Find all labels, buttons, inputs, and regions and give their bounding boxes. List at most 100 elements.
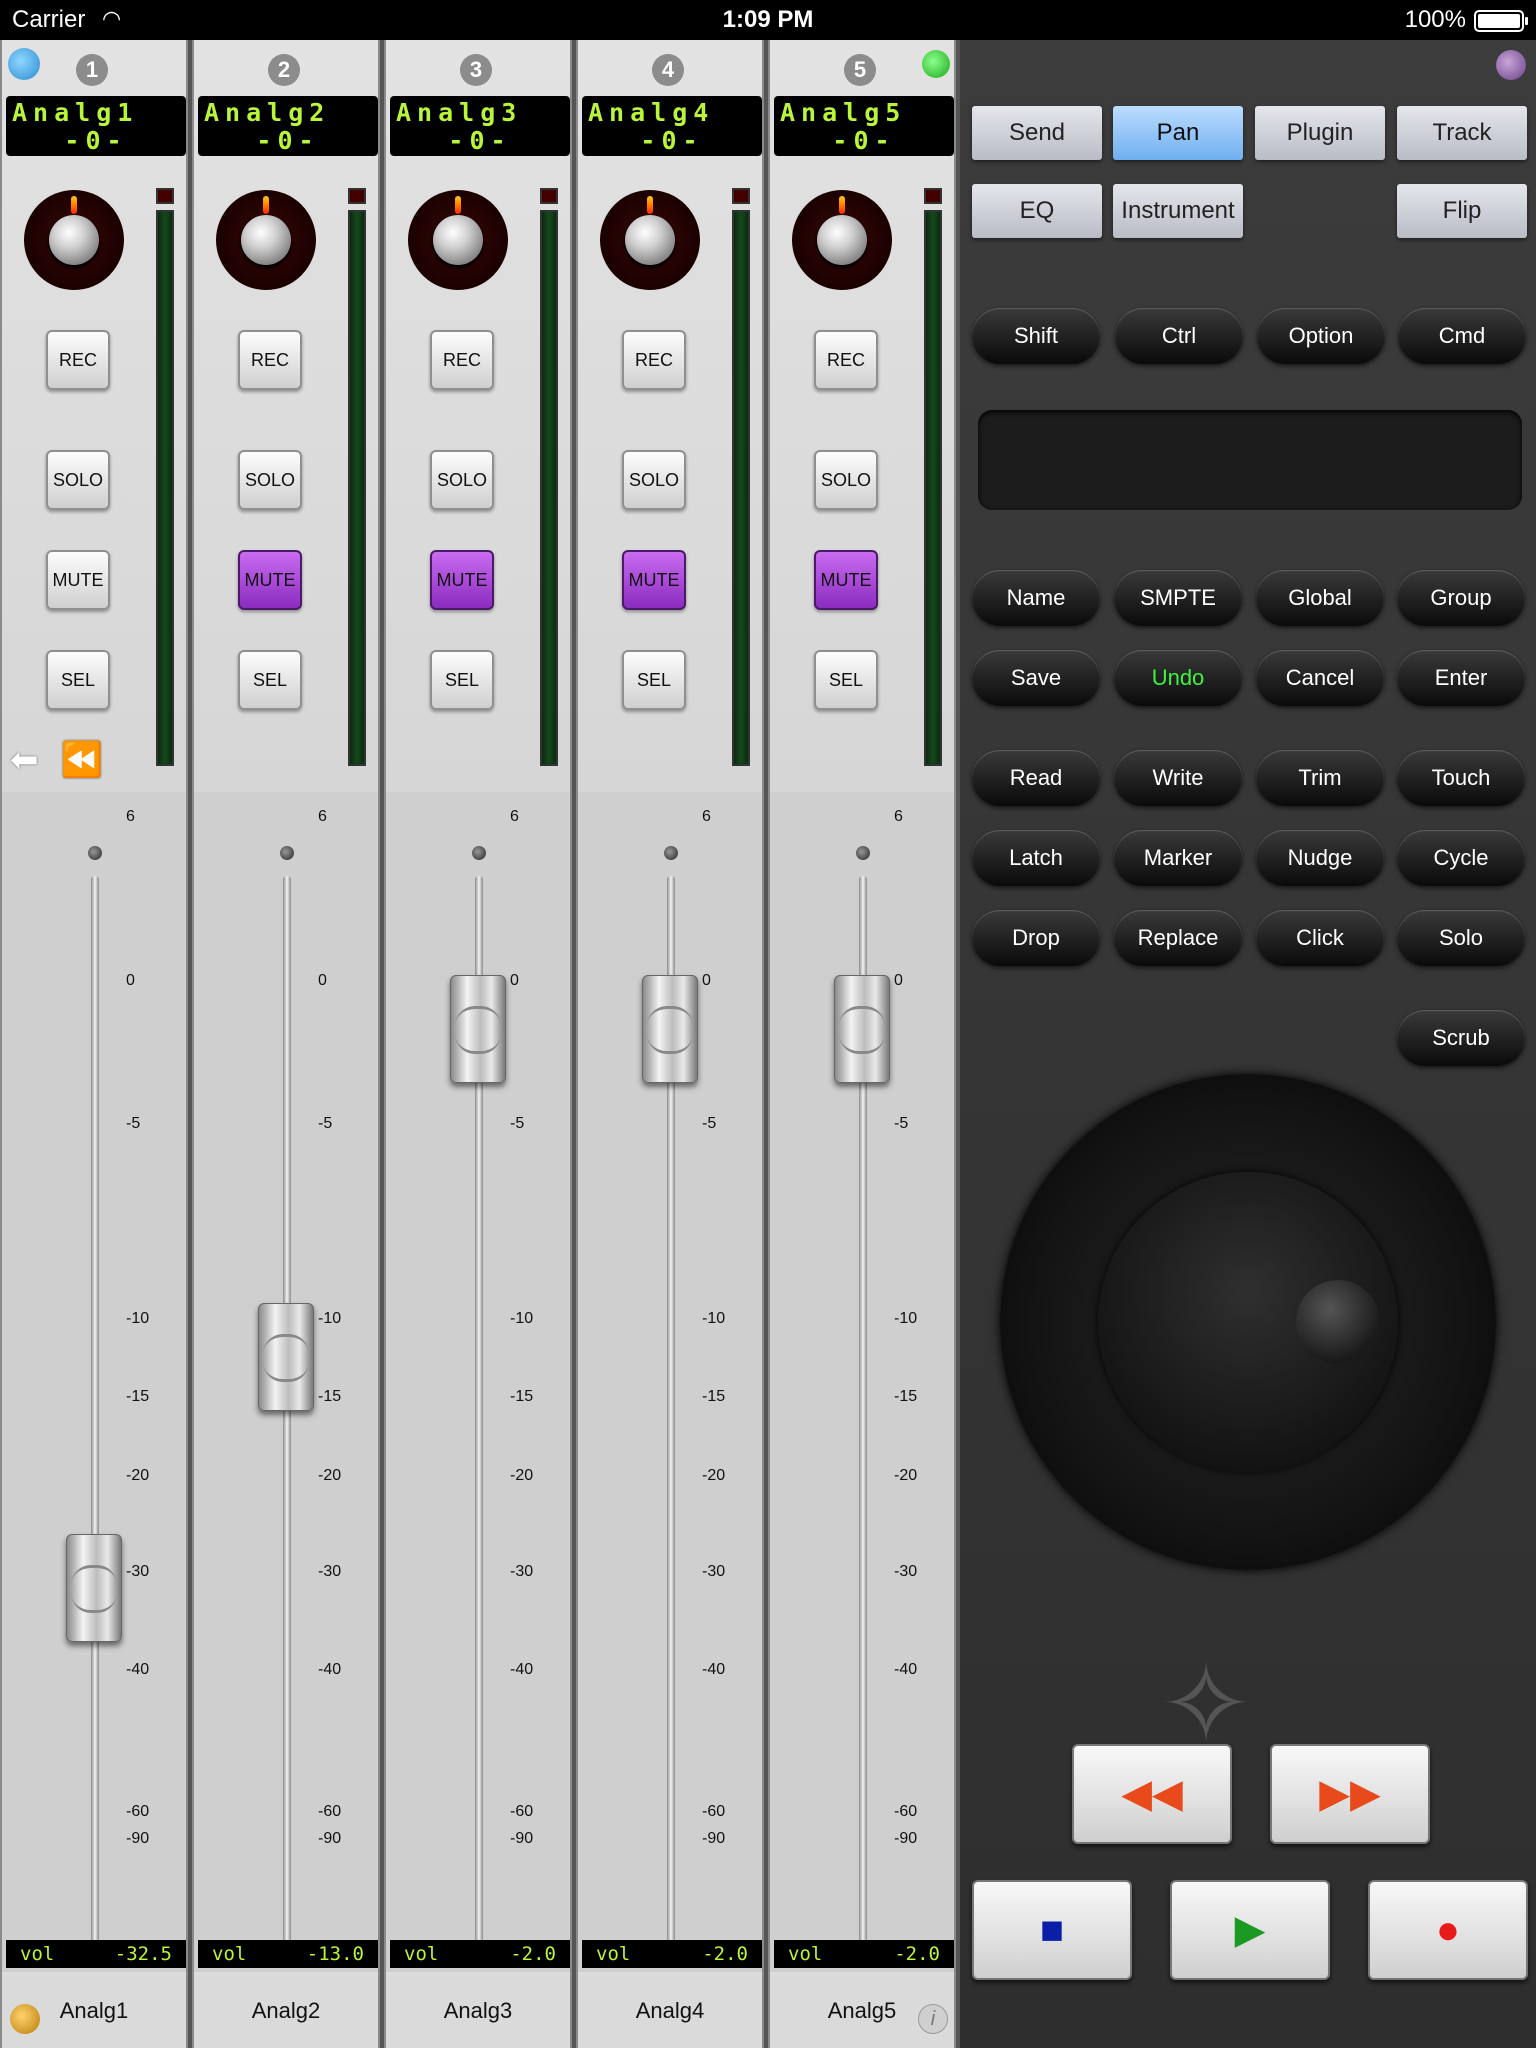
enter-button[interactable]: Enter (1397, 650, 1525, 706)
tab-pan[interactable]: Pan (1113, 106, 1243, 160)
global-button[interactable]: Global (1256, 570, 1384, 626)
name-button[interactable]: Name (972, 570, 1100, 626)
cancel-button[interactable]: Cancel (1256, 650, 1384, 706)
tab-track[interactable]: Track (1397, 106, 1527, 160)
pan-knob[interactable] (408, 190, 508, 290)
play-indicator-icon[interactable] (922, 50, 950, 78)
level-meter (348, 210, 366, 766)
sel-button[interactable]: SEL (814, 650, 878, 710)
fader-scale-label: -20 (894, 1467, 918, 1484)
replace-button[interactable]: Replace (1114, 910, 1242, 966)
play-button[interactable]: ▶ (1170, 1880, 1330, 1980)
ctrl-button[interactable]: Ctrl (1115, 308, 1243, 364)
rec-button[interactable]: REC (238, 330, 302, 390)
settings-menu-icon[interactable] (1496, 50, 1526, 80)
tab-send[interactable]: Send (972, 106, 1102, 160)
sel-button[interactable]: SEL (622, 650, 686, 710)
mute-button[interactable]: MUTE (430, 550, 494, 610)
fader-scale-label: -10 (318, 1310, 342, 1327)
rec-button[interactable]: REC (46, 330, 110, 390)
group-button[interactable]: Group (1397, 570, 1525, 626)
write-button[interactable]: Write (1114, 750, 1242, 806)
app-logo-icon[interactable] (8, 48, 40, 80)
sel-button[interactable]: SEL (238, 650, 302, 710)
pan-knob[interactable] (24, 190, 124, 290)
marker-button[interactable]: Marker (1114, 830, 1242, 886)
rec-button[interactable]: REC (814, 330, 878, 390)
save-button[interactable]: Save (972, 650, 1100, 706)
mute-button[interactable]: MUTE (46, 550, 110, 610)
rewind-button[interactable]: ◀◀ (1072, 1744, 1232, 1844)
trim-button[interactable]: Trim (1256, 750, 1384, 806)
flip-button[interactable]: Flip (1397, 184, 1527, 238)
stop-button[interactable]: ■ (972, 1880, 1132, 1980)
solo-button[interactable]: SOLO (46, 450, 110, 510)
solo-button[interactable]: SOLO (430, 450, 494, 510)
vendor-logo-icon[interactable] (10, 2004, 40, 2034)
pan-knob[interactable] (216, 190, 316, 290)
fader-scale-label: -20 (318, 1467, 342, 1484)
sel-button[interactable]: SEL (46, 650, 110, 710)
sel-button[interactable]: SEL (430, 650, 494, 710)
cmd-button[interactable]: Cmd (1398, 308, 1526, 364)
peak-led (348, 188, 366, 204)
solo-button[interactable]: SOLO (238, 450, 302, 510)
lcd-track-name: Analg1 (12, 98, 139, 127)
tab-instrument[interactable]: Instrument (1113, 184, 1243, 238)
undo-button[interactable]: Undo (1114, 650, 1242, 706)
volume-fader[interactable] (450, 975, 506, 1084)
volume-fader[interactable] (258, 1302, 314, 1411)
rec-button[interactable]: REC (430, 330, 494, 390)
scrub-button[interactable]: Scrub (1397, 1010, 1525, 1066)
vol-value: -13.0 (306, 1943, 364, 1965)
fader-scale-label: -90 (318, 1830, 342, 1847)
bank-left-double-arrow-icon[interactable]: ⏪ (61, 741, 103, 779)
fader-scale-label: -90 (702, 1830, 726, 1847)
fast-forward-button[interactable]: ▶▶ (1270, 1744, 1430, 1844)
drop-button[interactable]: Drop (972, 910, 1100, 966)
mute-button[interactable]: MUTE (622, 550, 686, 610)
pan-knob[interactable] (600, 190, 700, 290)
channel-strip: 3 Analg3 -0- REC SOLO MUTE SEL 6 0 -5 -10 -15 -20 -30… (384, 40, 572, 2048)
mute-button[interactable]: MUTE (814, 550, 878, 610)
record-button[interactable]: ● (1368, 1880, 1528, 1980)
track-name[interactable]: Analg4 (578, 1974, 762, 2048)
nudge-button[interactable]: Nudge (1256, 830, 1384, 886)
volume-fader[interactable] (834, 975, 890, 1084)
volume-fader[interactable] (66, 1533, 122, 1642)
option-button[interactable]: Option (1257, 308, 1385, 364)
volume-fader[interactable] (642, 975, 698, 1084)
vol-value: -2.0 (510, 1943, 556, 1965)
solo-key-button[interactable]: Solo (1397, 910, 1525, 966)
fader-scale-label: -60 (894, 1803, 918, 1820)
fader-scale-label: -10 (702, 1310, 726, 1327)
read-button[interactable]: Read (972, 750, 1100, 806)
smpte-button[interactable]: SMPTE (1114, 570, 1242, 626)
solo-button[interactable]: SOLO (622, 450, 686, 510)
fader-scale-label: 0 (702, 972, 711, 989)
tab-plugin[interactable]: Plugin (1255, 106, 1385, 160)
touch-button[interactable]: Touch (1397, 750, 1525, 806)
tab-eq[interactable]: EQ (972, 184, 1102, 238)
track-name[interactable]: Analg2 (194, 1974, 378, 2048)
shift-button[interactable]: Shift (972, 308, 1100, 364)
mute-button[interactable]: MUTE (238, 550, 302, 610)
bank-left-arrow-icon[interactable]: ⬅ (10, 741, 39, 779)
cycle-button[interactable]: Cycle (1397, 830, 1525, 886)
fader-scale-label: -5 (894, 1115, 909, 1132)
fader-scale-label: -20 (702, 1467, 726, 1484)
channel-strip: 1 Analg1 -0- REC SOLO MUTE SEL 6 0 -5 -10 -15 -20 -30… (0, 40, 188, 2048)
lcd-track-name: Analg3 (396, 98, 523, 127)
pan-indicator (263, 196, 269, 214)
fader-scale-label: -5 (702, 1115, 717, 1132)
jog-wheel[interactable] (1000, 1074, 1496, 1570)
info-icon[interactable]: i (918, 2004, 948, 2034)
track-number: 5 (844, 54, 876, 86)
pan-knob[interactable] (792, 190, 892, 290)
solo-button[interactable]: SOLO (814, 450, 878, 510)
latch-button[interactable]: Latch (972, 830, 1100, 886)
rec-button[interactable]: REC (622, 330, 686, 390)
channel-strip: 5 Analg5 -0- REC SOLO MUTE SEL 6 0 -5 -10 -15 -20 -30… (768, 40, 956, 2048)
click-button[interactable]: Click (1256, 910, 1384, 966)
track-name[interactable]: Analg3 (386, 1974, 570, 2048)
